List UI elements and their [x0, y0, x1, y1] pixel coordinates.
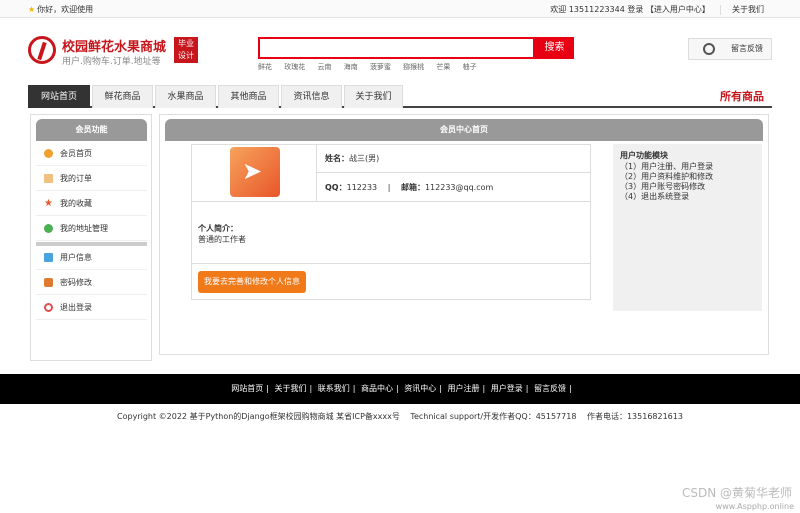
module-line: （4）退出系统登录 — [620, 192, 690, 201]
greeting-text: 你好，欢迎使用 — [37, 5, 94, 14]
graduation-badge: 毕业 设计 — [174, 37, 198, 63]
power-icon — [44, 303, 53, 312]
divider — [192, 263, 590, 264]
sidebar-item-password[interactable]: 密码修改 — [36, 271, 147, 295]
contact-row: QQ：112233 | 邮箱：112233@qq.com — [317, 173, 591, 202]
star-icon: ★ — [44, 198, 53, 209]
nav-tab-news[interactable]: 资讯信息 — [281, 85, 342, 108]
profile-card: 姓名：战三(男) QQ：112233 | 邮箱：112233@qq.com 个人… — [191, 144, 591, 300]
greeting: ★ 你好，欢迎使用 — [28, 4, 93, 15]
module-line: （2）用户资料维护和修改 — [620, 172, 714, 181]
footer-link[interactable]: 资讯中心 — [404, 384, 436, 393]
footer-links: 网站首页 | 关于我们 | 联系我们 | 商品中心 | 资讯中心 | 用户注册 | 用户登录… — [0, 374, 800, 404]
hot-keywords: 鲜花 玫瑰花 云南 海南 菠萝蜜 猕猴桃 芒果 柚子 — [258, 62, 487, 72]
order-icon — [44, 174, 53, 183]
main-nav: 网站首页 鲜花商品 水果商品 其他商品 资讯信息 关于我们 — [28, 85, 772, 108]
hot-keyword[interactable]: 鲜花 — [258, 63, 272, 71]
sidebar-item-favorites[interactable]: ★ 我的收藏 — [36, 192, 147, 216]
footer-link[interactable]: 关于我们 — [275, 384, 307, 393]
watermark-url: www.Aspphp.online — [715, 502, 794, 511]
sidebar-item-user-info[interactable]: 用户信息 — [36, 246, 147, 270]
search-button[interactable]: 搜索 — [535, 37, 574, 59]
bio-label: 个人简介： — [198, 224, 238, 233]
headset-icon — [703, 43, 715, 55]
nav-tab-others[interactable]: 其他商品 — [218, 85, 279, 108]
footer-link[interactable]: 用户登录 — [491, 384, 523, 393]
footer-link[interactable]: 留言反馈 — [534, 384, 566, 393]
sidebar-item-label: 密码修改 — [60, 278, 92, 287]
location-icon — [44, 224, 53, 233]
sidebar-item-label: 用户信息 — [60, 253, 92, 262]
site-subtitle: 用户.购物车.订单.地址等 — [62, 57, 161, 67]
all-goods-link[interactable]: 所有商品 — [720, 88, 764, 104]
badge-line-2: 设计 — [178, 51, 194, 60]
copyright-text: Copyright ©2022 基于Python的Django框架校园购物商城 … — [117, 412, 683, 421]
qq-label: QQ： — [325, 183, 347, 192]
nav-tab-about[interactable]: 关于我们 — [344, 85, 403, 108]
module-line: （3）用户账号密码修改 — [620, 182, 706, 191]
modules-title: 用户功能模块 — [620, 151, 668, 160]
name-value: 战三(男) — [349, 154, 380, 163]
sidebar-item-orders[interactable]: 我的订单 — [36, 167, 147, 191]
hot-keyword[interactable]: 海南 — [344, 63, 358, 71]
sidebar-item-logout[interactable]: 退出登录 — [36, 296, 147, 320]
star-icon: ★ — [28, 5, 36, 14]
name-label: 姓名： — [325, 154, 349, 163]
name-row: 姓名：战三(男) — [317, 145, 591, 173]
hot-keyword[interactable]: 菠萝蜜 — [370, 63, 391, 71]
hot-keyword[interactable]: 芒果 — [436, 63, 450, 71]
footer-link[interactable]: 网站首页 — [231, 384, 263, 393]
footer-link[interactable]: 用户注册 — [448, 384, 480, 393]
top-bar: ★ 你好，欢迎使用 欢迎 13511223344 登录 【进入用户中心】 关于我们 — [0, 0, 800, 18]
nav-tab-fruits[interactable]: 水果商品 — [155, 85, 216, 108]
nav-tab-flowers[interactable]: 鲜花商品 — [92, 85, 153, 108]
email-label: 邮箱： — [400, 183, 425, 192]
member-sidebar: 会员功能 会员首页 我的订单 ★ 我的收藏 我的地址管理 用户信息 密码修改 退… — [30, 114, 152, 361]
bio-text: 普通的工作者 — [198, 235, 246, 244]
welcome-text: 欢迎 13511223344 登录 — [550, 5, 644, 14]
email-value: 112233@qq.com — [424, 183, 494, 192]
lock-icon — [44, 278, 53, 287]
divider — [720, 4, 722, 15]
avatar-cell — [192, 145, 317, 202]
nav-tab-home[interactable]: 网站首页 — [28, 85, 90, 108]
qq-value: 112233 — [346, 183, 378, 192]
sidebar-item-label: 退出登录 — [60, 303, 92, 312]
sidebar-item-member-home[interactable]: 会员首页 — [36, 142, 147, 166]
sidebar-item-address[interactable]: 我的地址管理 — [36, 217, 147, 241]
feedback-button[interactable]: 留言反馈 — [688, 38, 772, 60]
logo-icon[interactable] — [28, 36, 56, 64]
search-input[interactable] — [258, 37, 535, 59]
site-title[interactable]: 校园鲜花水果商城 — [62, 36, 166, 55]
edit-profile-button[interactable]: 我要去完善和修改个人信息 — [198, 271, 306, 293]
home-icon — [44, 149, 53, 158]
user-info-icon — [44, 253, 53, 262]
member-center-panel: 会员中心首页 姓名：战三(男) QQ：112233 | 邮箱：112233@qq… — [159, 114, 769, 355]
badge-line-1: 毕业 — [178, 39, 194, 48]
sidebar-title: 会员功能 — [36, 119, 147, 141]
user-center-link[interactable]: 【进入用户中心】 — [646, 5, 710, 14]
watermark: CSDN @黄菊华老师 — [681, 486, 792, 500]
sidebar-item-label: 我的地址管理 — [60, 224, 108, 233]
footer-link[interactable]: 联系我们 — [318, 384, 350, 393]
hot-keyword[interactable]: 玫瑰花 — [284, 63, 305, 71]
feedback-label: 留言反馈 — [731, 44, 763, 53]
separator: | — [387, 183, 391, 192]
panel-title: 会员中心首页 — [165, 119, 763, 141]
about-link[interactable]: 关于我们 — [732, 5, 764, 14]
avatar — [230, 147, 280, 197]
hot-keyword[interactable]: 猕猴桃 — [403, 63, 424, 71]
topbar-right: 欢迎 13511223344 登录 【进入用户中心】 关于我们 — [550, 4, 764, 15]
hot-keyword[interactable]: 云南 — [317, 63, 331, 71]
sidebar-item-label: 我的收藏 — [60, 199, 92, 208]
sidebar-item-label: 我的订单 — [60, 174, 92, 183]
sidebar-item-label: 会员首页 — [60, 149, 92, 158]
module-line: （1）用户注册、用户登录 — [620, 162, 714, 171]
footer-link[interactable]: 商品中心 — [361, 384, 393, 393]
feature-modules-box: 用户功能模块 （1）用户注册、用户登录 （2）用户资料维护和修改 （3）用户账号… — [613, 144, 762, 311]
hot-keyword[interactable]: 柚子 — [463, 63, 477, 71]
